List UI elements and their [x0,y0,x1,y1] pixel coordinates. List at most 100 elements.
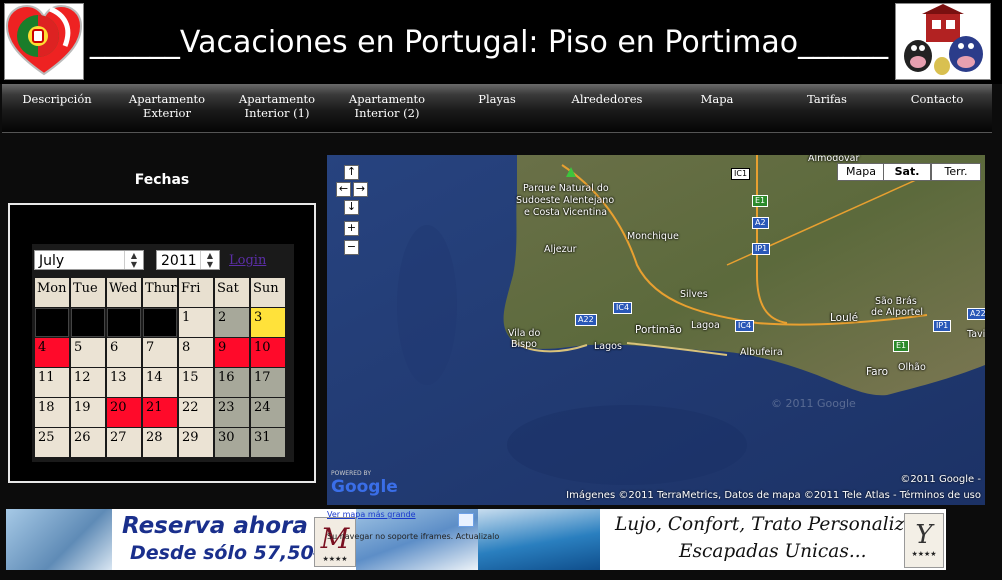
pan-down-icon[interactable]: ↓ [344,200,359,215]
calendar-day[interactable]: 31 [251,428,285,457]
year-select[interactable]: 2011 ▲ ▼ [156,250,220,270]
calendar-day[interactable]: 2 [215,308,249,337]
calendar-day[interactable]: 26 [71,428,105,457]
nav-label: Apartamento [238,92,316,106]
login-link[interactable]: Login [229,253,266,268]
main-nav: Descripción Apartamento Exterior Apartam… [2,84,992,133]
map-credits-text: Imágenes ©2011 TerraMetrics, Datos de ma… [566,490,981,501]
calendar-day[interactable]: 27 [107,428,141,457]
place-sao-bras-2: de Alportel [871,307,923,318]
road-e1: E1 [752,195,769,207]
map-type-terr[interactable]: Terr. [931,163,981,181]
map-credits[interactable]: Imágenes ©2011 TerraMetrics, Datos de ma… [566,490,981,501]
adchoices-icon[interactable] [458,513,474,527]
calendar-empty-cell [107,308,141,337]
calendar-day[interactable]: 28 [143,428,177,457]
calendar-day[interactable]: 5 [71,338,105,367]
calendar-day[interactable]: 1 [179,308,213,337]
calendar-empty-cell [143,308,177,337]
place-aljezur: Aljezur [544,244,577,255]
weekday-header: Fri [179,278,213,307]
calendar-day[interactable]: 4 [35,338,69,367]
calendar-day[interactable]: 20 [107,398,141,427]
google-logo-text: Google [331,477,398,497]
map-watermark: © 2011 Google [771,397,856,410]
month-select-spinner-icon[interactable]: ▲ ▼ [124,251,143,269]
weekday-header: Wed [107,278,141,307]
place-vila-do-bispo-2: Bispo [511,339,537,350]
place-monchique: Monchique [627,231,679,242]
calendar-day[interactable]: 13 [107,368,141,397]
calendar-day[interactable]: 9 [215,338,249,367]
map-type-sat[interactable]: Sat. [883,163,931,181]
calendar-day[interactable]: 6 [107,338,141,367]
place-parque-natural-1: Parque Natural do [523,183,609,194]
calendar-day[interactable]: 18 [35,398,69,427]
nav-playas[interactable]: Playas [442,92,552,106]
calendar-day[interactable]: 24 [251,398,285,427]
calendar-day[interactable]: 14 [143,368,177,397]
place-albufeira: Albufeira [740,347,783,358]
calendar-day[interactable]: 23 [215,398,249,427]
place-parque-natural-2: Sudoeste Alentejano [516,195,615,206]
park-marker-icon[interactable] [566,167,576,177]
site-header: ______Vacaciones en Portugal: Piso en Po… [0,0,1002,84]
google-logo: POWERED BY Google [331,470,398,497]
calendar-day[interactable]: 16 [215,368,249,397]
portugal-heart-logo[interactable] [4,3,84,80]
pan-right-icon[interactable]: → [353,182,368,197]
pan-up-icon[interactable]: ↑ [344,165,359,180]
nav-apartamento-exterior[interactable]: Apartamento Exterior [112,92,222,120]
year-select-spinner-icon[interactable]: ▲ ▼ [200,251,219,269]
calendar-day[interactable]: 21 [143,398,177,427]
nav-alrededores[interactable]: Alrededores [552,92,662,106]
calendar-day[interactable]: 12 [71,368,105,397]
road-ip1-2: IP1 [933,320,952,332]
nav-apartamento-interior-1[interactable]: Apartamento Interior (1) [222,92,332,120]
google-logo-prefix: POWERED BY [331,470,372,477]
nav-mapa[interactable]: Mapa [662,92,772,106]
pan-left-icon[interactable]: ← [336,182,351,197]
map-copyright: ©2011 Google - [900,474,981,485]
nav-contacto[interactable]: Contacto [882,92,992,106]
zoom-in-icon[interactable]: + [344,221,359,236]
ad-bedroom-photo [6,509,112,570]
nav-label: Contacto [910,92,964,106]
calendar-day[interactable]: 30 [215,428,249,457]
road-a22: A22 [575,314,597,326]
dates-heading: Fechas [134,172,190,188]
month-select[interactable]: July ▲ ▼ [34,250,144,270]
map-satellite[interactable]: ↑ ← → ↓ + − Mapa Sat. Terr. Almodôvar Pa… [327,155,985,505]
calendar-day[interactable]: 19 [71,398,105,427]
calendar-day[interactable]: 15 [179,368,213,397]
nav-label-line2: Exterior [143,106,191,120]
road-ip1: IP1 [752,243,771,255]
cows-house-logo[interactable] [895,3,991,80]
ad-desde-text: Desde sólo 57,50€ [130,542,327,564]
calendar-day[interactable]: 29 [179,428,213,457]
calendar-day[interactable]: 22 [179,398,213,427]
ad-escapadas-text: Escapadas Unicas... [679,541,867,562]
zoom-out-icon[interactable]: − [344,240,359,255]
nav-descripcion[interactable]: Descripción [2,92,112,106]
road-a2: A2 [752,217,769,229]
place-lagos: Lagos [594,341,622,352]
calendar-day[interactable]: 3 [251,308,285,337]
hotel-logo-2-icon: Y ★★★★ [904,513,944,568]
calendar-day[interactable]: 17 [251,368,285,397]
nav-label: Mapa [700,92,734,106]
calendar-day[interactable]: 10 [251,338,285,367]
nav-tarifas[interactable]: Tarifas [772,92,882,106]
ver-mapa-link[interactable]: Ver mapa más grande [327,510,416,519]
road-ic4: IC4 [613,302,633,314]
place-silves: Silves [680,289,708,300]
nav-label: Descripción [22,92,92,106]
calendar-day[interactable]: 7 [143,338,177,367]
weekday-header: Tue [71,278,105,307]
road-a22-2: A22 [967,308,985,320]
calendar-day[interactable]: 8 [179,338,213,367]
calendar-day[interactable]: 11 [35,368,69,397]
nav-apartamento-interior-2[interactable]: Apartamento Interior (2) [332,92,442,120]
calendar-day[interactable]: 25 [35,428,69,457]
map-type-mapa[interactable]: Mapa [837,163,885,181]
